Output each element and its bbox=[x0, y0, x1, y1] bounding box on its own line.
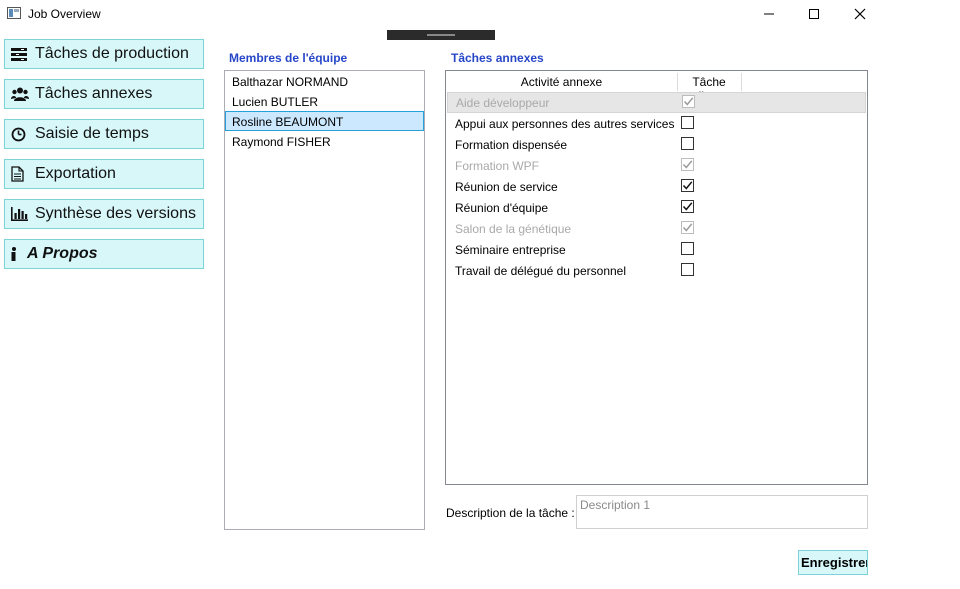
nav-saisie-temps-button[interactable]: Saisie de temps bbox=[4, 119, 204, 149]
checkmark-icon bbox=[683, 97, 694, 106]
team-member-list[interactable]: Balthazar NORMAND Lucien BUTLER Rosline … bbox=[224, 70, 425, 530]
nav-taches-annexes-button[interactable]: Tâches annexes bbox=[4, 79, 204, 109]
nav-exportation-button[interactable]: Exportation bbox=[4, 159, 204, 189]
task-name: Appui aux personnes des autres services bbox=[455, 117, 675, 131]
list-icon bbox=[11, 47, 31, 61]
task-name: Réunion de service bbox=[455, 180, 558, 194]
list-item-selected[interactable]: Rosline BEAUMONT bbox=[225, 111, 424, 131]
task-name: Travail de délégué du personnel bbox=[455, 264, 627, 278]
close-icon bbox=[854, 8, 866, 20]
title-bar: Job Overview bbox=[0, 0, 960, 28]
table-row[interactable]: Réunion de service bbox=[446, 176, 867, 197]
list-item[interactable]: Raymond FISHER bbox=[225, 131, 424, 151]
task-available-checkbox[interactable] bbox=[681, 263, 694, 276]
table-row[interactable]: Formation WPF bbox=[446, 155, 867, 176]
task-available-checkbox bbox=[682, 95, 695, 108]
close-button[interactable] bbox=[837, 0, 883, 28]
column-header-activity[interactable]: Activité annexe bbox=[446, 75, 677, 89]
table-row[interactable]: Travail de délégué du personnel bbox=[446, 260, 867, 281]
nav-taches-production-button[interactable]: Tâches de production bbox=[4, 39, 204, 69]
description-label: Description de la tâche : bbox=[446, 506, 575, 520]
task-name: Aide développeur bbox=[456, 96, 550, 110]
save-button[interactable]: Enregistrer bbox=[798, 550, 868, 575]
task-available-checkbox bbox=[681, 221, 694, 234]
clock-icon bbox=[11, 127, 31, 142]
task-name: Salon de la génétique bbox=[455, 222, 572, 236]
checkmark-icon bbox=[682, 223, 693, 232]
list-item[interactable]: Balthazar NORMAND bbox=[225, 71, 424, 91]
minimize-icon bbox=[764, 13, 774, 15]
nav-synthese-versions-button[interactable]: Synthèse des versions bbox=[4, 199, 204, 229]
task-available-checkbox[interactable] bbox=[681, 137, 694, 150]
task-available-checkbox[interactable] bbox=[681, 179, 694, 192]
users-icon bbox=[11, 87, 31, 101]
nav-a-propos-button[interactable]: A Propos bbox=[4, 239, 204, 269]
minimize-button[interactable] bbox=[746, 0, 792, 28]
maximize-button[interactable] bbox=[791, 0, 837, 28]
task-name: Séminaire entreprise bbox=[455, 243, 566, 257]
grid-header: Activité annexe Tâche dispo bbox=[446, 71, 867, 103]
bar-chart-icon bbox=[11, 207, 31, 221]
nav-label: Synthèse des versions bbox=[35, 205, 196, 222]
document-icon bbox=[11, 166, 31, 182]
grid-body: Aide développeur Appui aux personnes des … bbox=[446, 92, 867, 281]
tasks-section-title: Tâches annexes bbox=[451, 51, 544, 65]
checkmark-icon bbox=[682, 160, 693, 169]
nav-label: A Propos bbox=[27, 245, 98, 262]
nav-label: Saisie de temps bbox=[35, 125, 149, 142]
nav-label: Tâches annexes bbox=[35, 85, 153, 102]
task-available-checkbox bbox=[681, 158, 694, 171]
panel-drag-handle[interactable] bbox=[387, 30, 495, 40]
task-name: Réunion d'équipe bbox=[455, 201, 549, 215]
window-title: Job Overview bbox=[28, 7, 101, 21]
table-row[interactable]: Formation dispensée bbox=[446, 134, 867, 155]
task-name: Formation WPF bbox=[455, 159, 540, 173]
table-row[interactable]: Salon de la génétique bbox=[446, 218, 867, 239]
task-available-checkbox[interactable] bbox=[681, 116, 694, 129]
nav-label: Tâches de production bbox=[35, 45, 189, 62]
app-window-icon bbox=[7, 7, 21, 19]
list-item[interactable]: Lucien BUTLER bbox=[225, 91, 424, 111]
task-available-checkbox[interactable] bbox=[681, 200, 694, 213]
column-divider[interactable] bbox=[741, 73, 742, 91]
maximize-icon bbox=[809, 9, 819, 19]
table-row[interactable]: Réunion d'équipe bbox=[446, 197, 867, 218]
task-available-checkbox[interactable] bbox=[681, 242, 694, 255]
description-field[interactable]: Description 1 bbox=[576, 495, 868, 529]
table-row[interactable]: Séminaire entreprise bbox=[446, 239, 867, 260]
checkmark-icon bbox=[682, 181, 693, 190]
nav-label: Exportation bbox=[35, 165, 116, 182]
table-row[interactable]: Appui aux personnes des autres services bbox=[446, 113, 867, 134]
task-name: Formation dispensée bbox=[455, 138, 568, 152]
info-icon bbox=[11, 246, 23, 262]
table-row[interactable]: Aide développeur bbox=[447, 92, 866, 113]
team-section-title: Membres de l'équipe bbox=[229, 51, 348, 65]
tasks-grid[interactable]: Activité annexe Tâche dispo Aide dévelop… bbox=[445, 70, 868, 485]
checkmark-icon bbox=[682, 202, 693, 211]
